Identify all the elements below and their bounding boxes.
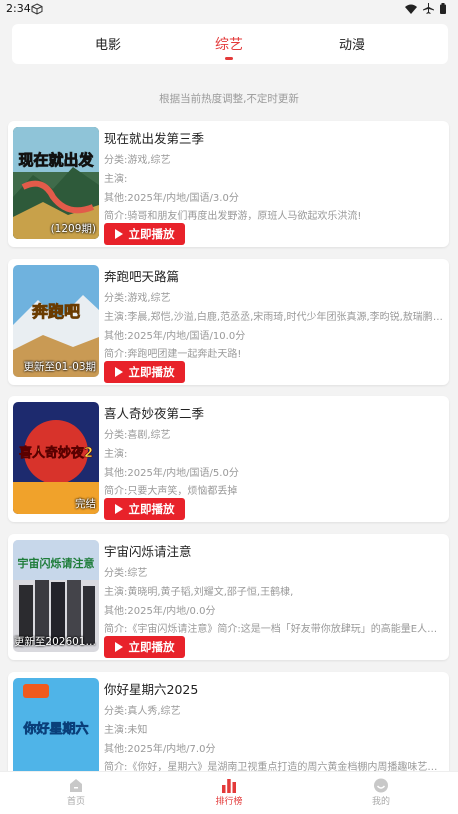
home-icon	[70, 779, 82, 792]
show-info: 其他:2025年/内地/国语/5.0分	[104, 468, 239, 479]
cube-icon	[31, 3, 43, 15]
show-title[interactable]: 宇宙闪烁请注意	[104, 541, 192, 560]
show-category: 分类:游戏,综艺	[104, 155, 171, 166]
show-info: 其他:2025年/内地/7.0分	[104, 744, 216, 755]
svg-text:喜人奇妙夜2: 喜人奇妙夜2	[19, 445, 93, 461]
episode-badge: (1209期)	[50, 223, 96, 235]
show-title[interactable]: 喜人奇妙夜第二季	[104, 403, 204, 422]
show-cast: 主演:未知	[104, 725, 148, 736]
play-icon	[114, 642, 123, 652]
show-intro: 简介:《宇宙闪烁请注意》简介:这是一档「好友带你放肆玩」的高能量E人局…	[104, 624, 444, 635]
bottom-nav: 首页 排行榜 我的	[0, 771, 458, 814]
show-category: 分类:游戏,综艺	[104, 293, 171, 304]
show-intro: 简介:只要大声笑，烦恼都丢掉	[104, 486, 238, 497]
episode-badge: 更新至202601…	[13, 636, 96, 648]
show-cast: 主演:黄晓明,黄子韬,刘耀文,邵子恒,王鹤棣,	[104, 587, 294, 598]
svg-text:你好星期六: 你好星期六	[22, 721, 88, 737]
show-intro: 简介:骑哥和朋友们再度出发野游，原班人马欲起欢乐洪流!	[104, 211, 362, 222]
status-icons	[405, 3, 446, 14]
tab-anime[interactable]: 动漫	[339, 34, 365, 53]
nav-home[interactable]: 首页	[46, 778, 106, 807]
play-now-button[interactable]: 立即播放	[104, 223, 185, 245]
episode-badge: 更新至01-03期	[23, 361, 96, 373]
tab-variety[interactable]: 综艺	[215, 34, 243, 54]
show-info: 其他:2025年/内地/国语/3.0分	[104, 193, 239, 204]
list-item[interactable]: 奔跑吧 更新至01-03期 奔跑吧天路篇 分类:游戏,综艺 主演:李晨,郑恺,沙…	[8, 259, 449, 385]
show-category: 分类:综艺	[104, 568, 148, 579]
play-icon	[114, 367, 123, 377]
poster-image[interactable]: 现在就出发 (1209期)	[13, 127, 99, 239]
update-notice: 根据当前热度调整,不定时更新	[159, 93, 299, 105]
wifi-icon	[405, 4, 417, 14]
tab-movies[interactable]: 电影	[95, 34, 121, 53]
list-item[interactable]: 宇宙闪烁请注意 更新至202601… 宇宙闪烁请注意 分类:综艺 主演:黄晓明,…	[8, 534, 449, 660]
poster-image[interactable]: 宇宙闪烁请注意 更新至202601…	[13, 540, 99, 652]
active-tab-indicator	[225, 57, 233, 60]
play-icon	[114, 229, 123, 239]
episode-badge: 完结	[75, 498, 96, 510]
show-cast: 主演:李晨,郑恺,沙溢,白鹿,范丞丞,宋雨琦,时代少年团张真源,李昀锐,敖瑞鹏,…	[104, 312, 444, 323]
poster-image[interactable]: 奔跑吧 更新至01-03期	[13, 265, 99, 377]
poster-image[interactable]: 喜人奇妙夜2 完结	[13, 402, 99, 514]
show-title[interactable]: 奔跑吧天路篇	[104, 266, 179, 285]
show-category: 分类:真人秀,综艺	[104, 706, 181, 717]
nav-profile[interactable]: 我的	[351, 778, 411, 807]
show-category: 分类:喜剧,综艺	[104, 430, 171, 441]
battery-icon	[440, 3, 446, 14]
nav-ranking[interactable]: 排行榜	[199, 778, 259, 807]
show-intro: 简介:奔跑吧团建一起奔赴天路!	[104, 349, 242, 360]
play-icon	[114, 504, 123, 514]
airplane-icon	[423, 3, 434, 14]
show-info: 其他:2025年/内地/国语/10.0分	[104, 331, 246, 342]
play-now-button[interactable]: 立即播放	[104, 498, 185, 520]
ranking-icon	[222, 779, 236, 793]
show-cast: 主演:	[104, 449, 128, 460]
play-now-button[interactable]: 立即播放	[104, 361, 185, 383]
show-title[interactable]: 你好星期六2025	[104, 679, 198, 698]
play-now-button[interactable]: 立即播放	[104, 636, 185, 658]
category-tabs: 电影 综艺 动漫	[12, 24, 448, 64]
status-bar: 2:34	[0, 0, 458, 18]
list-item[interactable]: 现在就出发 (1209期) 现在就出发第三季 分类:游戏,综艺 主演: 其他:2…	[8, 121, 449, 247]
show-info: 其他:2025年/内地/0.0分	[104, 606, 216, 617]
svg-text:现在就出发: 现在就出发	[18, 151, 94, 169]
svg-text:宇宙闪烁请注意: 宇宙闪烁请注意	[18, 556, 95, 570]
show-title[interactable]: 现在就出发第三季	[104, 128, 204, 147]
svg-text:奔跑吧: 奔跑吧	[31, 302, 80, 321]
profile-icon	[374, 778, 388, 793]
show-cast: 主演:	[104, 174, 128, 185]
list-item[interactable]: 喜人奇妙夜2 完结 喜人奇妙夜第二季 分类:喜剧,综艺 主演: 其他:2025年…	[8, 396, 449, 522]
status-time: 2:34	[6, 2, 31, 15]
